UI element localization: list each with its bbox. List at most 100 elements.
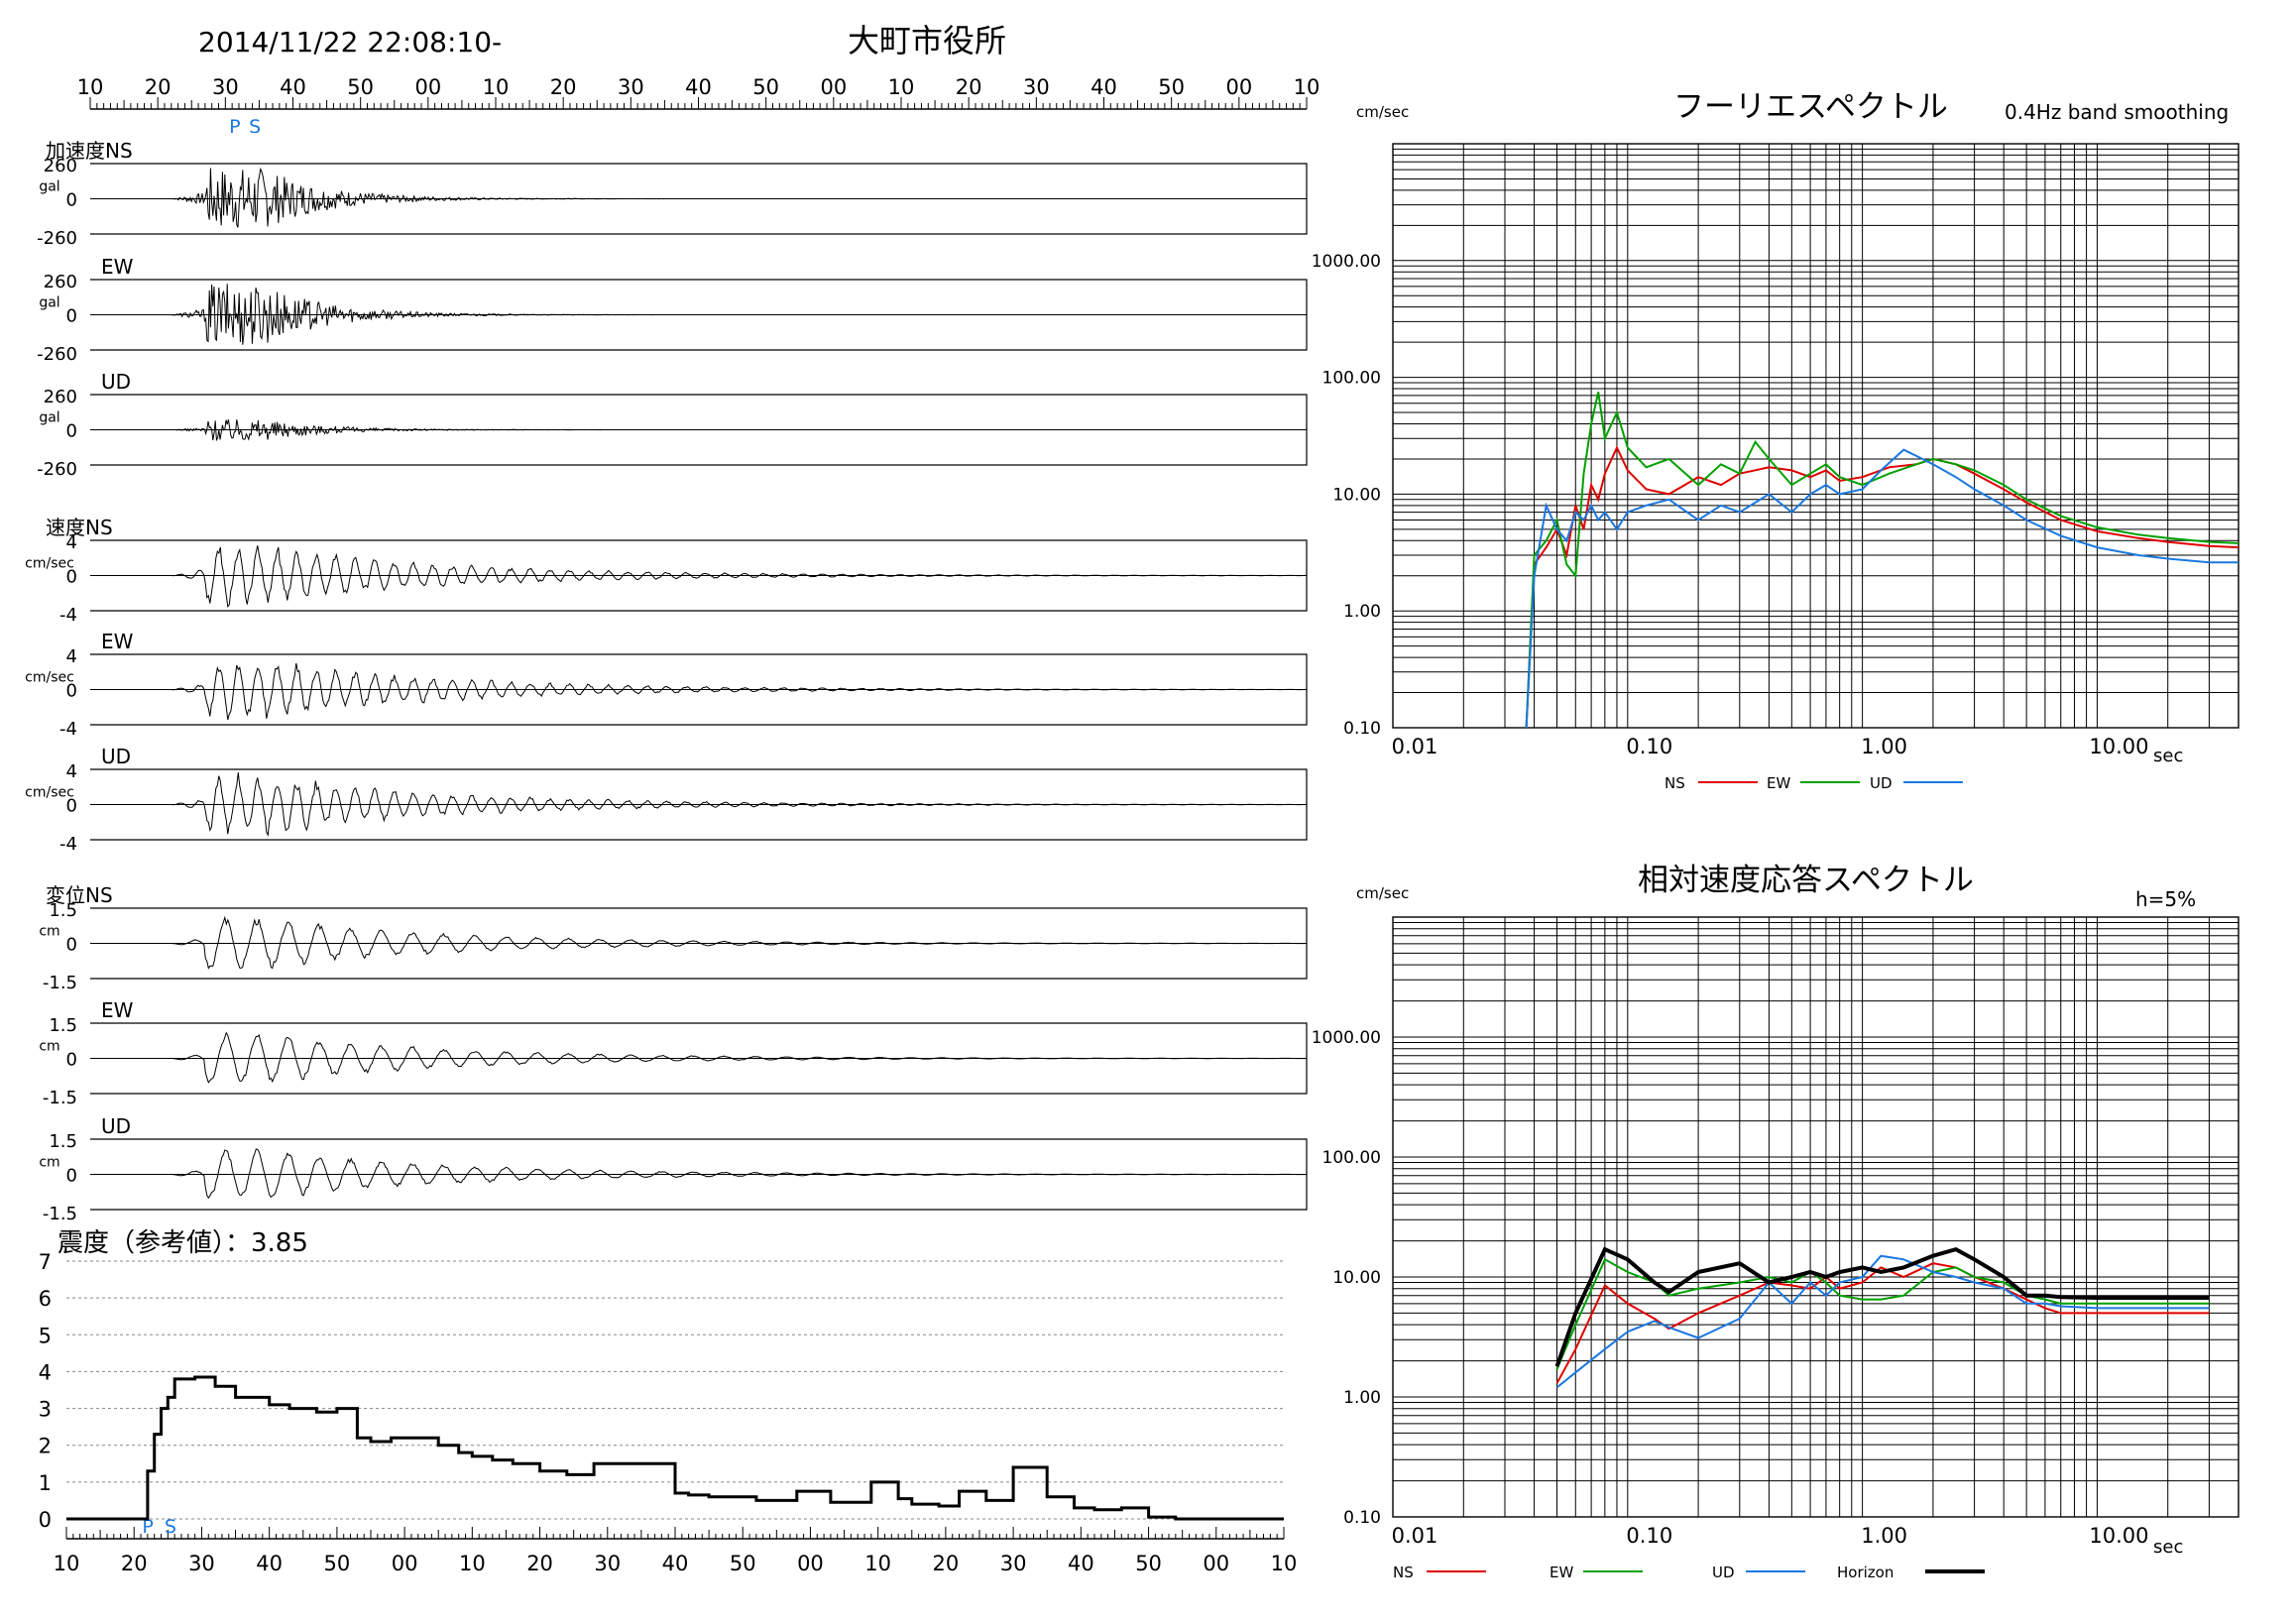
intensity-x-tick-label: 40: [662, 1552, 689, 1575]
waveform-zero-label: 0: [66, 190, 77, 211]
time-axis-top: 10 20 30 40 50 00 10 20 30 40 50 00 10 20 30 40 50 00 10 P S: [77, 75, 1320, 138]
waveform-channel-label: UD: [101, 370, 131, 394]
spectrum-y-tick-label: 10.00: [1332, 485, 1381, 505]
intensity-x-tick-label: 40: [1068, 1552, 1094, 1575]
fourier-ylabel: cm/sec: [1356, 103, 1409, 121]
p-wave-marker: P: [229, 116, 240, 138]
intensity-y-tick-label: 2: [39, 1435, 52, 1458]
response-ylabel: cm/sec: [1356, 884, 1409, 902]
record-datetime: 2014/11/22 22:08:10-: [198, 26, 502, 58]
waveform-trace: [90, 167, 1307, 228]
intensity-y-tick-label: 6: [39, 1287, 52, 1311]
response-subtitle: h=5%: [2135, 887, 2196, 911]
waveform-channel-label: UD: [101, 1114, 131, 1138]
time-axis-tick-label: 20: [145, 75, 172, 99]
intensity-x-tick-label: 30: [188, 1552, 215, 1575]
intensity-x-tick-label: 40: [256, 1552, 283, 1575]
time-axis-tick-label: 30: [618, 75, 644, 99]
spectrum-y-tick-label: 1.00: [1343, 1388, 1381, 1408]
waveform-max-label: 260: [44, 387, 77, 407]
waveform-zero-label: 0: [66, 1050, 77, 1071]
spectrum-frame: [1392, 143, 2239, 729]
waveform-min-label: -260: [37, 344, 77, 365]
waveform-min-label: -4: [59, 605, 77, 626]
spectrum-series-line-ud: [1525, 448, 2239, 729]
waveform-max-label: 4: [66, 532, 77, 553]
waveform-min-label: -1.5: [43, 1204, 77, 1224]
legend-label-ew: EW: [1550, 1564, 1573, 1581]
intensity-x-tick-label: 50: [730, 1552, 756, 1575]
spectrum-x-tick-label: 10.00: [2089, 1524, 2148, 1548]
spectrum-series-line-ew: [1525, 392, 2239, 729]
legend-label-ns: NS: [1665, 774, 1685, 792]
waveform-max-label: 1.5: [49, 1015, 77, 1036]
waveform-max-label: 260: [44, 156, 77, 176]
time-axis-tick-label: 40: [280, 75, 306, 99]
intensity-x-tick-label: 00: [1203, 1552, 1229, 1575]
fourier-title: フーリエスペクトル: [1673, 89, 1948, 125]
spectrum-x-tick-label: 0.10: [1626, 735, 1672, 758]
waveform-panel: EW40-4cm/sec: [25, 630, 1308, 740]
time-axis-tick-label: 30: [212, 75, 239, 99]
velocity-response-spectrum-chart: 0.01 0.10 1.00 10.00 0.10 1.00 10.00 100.00 1000…: [1312, 916, 2239, 1581]
fourier-subtitle: 0.4Hz band smoothing: [2005, 100, 2229, 124]
intensity-y-tick-label: 5: [39, 1324, 52, 1347]
intensity-x-tick-label: 00: [797, 1552, 824, 1575]
intensity-x-tick-label: 50: [1135, 1552, 1162, 1575]
spectrum-y-tick-label: 100.00: [1322, 369, 1381, 389]
intensity-chart: 0 1 2 3 4 5 6 7 10 20 30 40 50 00 10 20 30 40 50 00 10 20 30 40…: [39, 1250, 1298, 1575]
waveform-zero-label: 0: [66, 306, 77, 327]
spectrum-x-tick-label: 1.00: [1861, 1524, 1907, 1548]
time-axis-tick-label: 40: [685, 75, 712, 99]
waveform-unit-label: cm: [39, 924, 59, 940]
fourier-spectrum-chart: 0.01 0.10 1.00 10.00 0.10 1.00 10.00 100.00 1000…: [1312, 143, 2239, 792]
waveform-panel: EW 260 0 -260 gal: [37, 255, 1308, 365]
intensity-x-tick-label: 10: [54, 1552, 80, 1575]
waveform-panels: 加速度NS2600-260galEW2600-260galUD2600-260g…: [25, 139, 1308, 1224]
spectrum-y-tick-label: 1.00: [1343, 602, 1381, 622]
intensity-x-tick-label: 20: [933, 1552, 960, 1575]
time-axis-tick-label: 50: [1158, 75, 1185, 99]
waveform-unit-label: cm/sec: [25, 785, 74, 801]
waveform-max-label: 4: [66, 761, 77, 782]
waveform-trace: [90, 284, 1307, 345]
waveform-max-label: 1.5: [49, 900, 77, 921]
intensity-x-tick-label: 10: [459, 1552, 486, 1575]
time-axis-tick-label: 10: [77, 75, 104, 99]
s-wave-marker: S: [249, 116, 261, 138]
spectrum-y-tick-label: 0.10: [1343, 1508, 1381, 1528]
legend-label-ud: UD: [1712, 1564, 1735, 1581]
waveform-channel-label: EW: [101, 998, 134, 1022]
spectrum-x-tick-label: 0.01: [1392, 735, 1438, 758]
waveform-zero-label: 0: [66, 935, 77, 956]
waveform-unit-label: cm: [39, 1155, 59, 1171]
spectrum-y-tick-label: 0.10: [1343, 719, 1381, 739]
response-xlabel: sec: [2153, 1537, 2183, 1558]
spectrum-series-line-ew: [1555, 1257, 2210, 1370]
spectrum-y-tick-label: 1000.00: [1312, 252, 1381, 272]
intensity-x-tick-label: 00: [392, 1552, 418, 1575]
time-axis-tick-label: 50: [347, 75, 374, 99]
waveform-channel-label: UD: [101, 745, 131, 768]
time-axis-tick-label: 20: [956, 75, 982, 99]
waveform-max-label: 4: [66, 646, 77, 667]
waveform-channel-label: EW: [101, 630, 134, 653]
waveform-panel: 速度NS40-4cm/sec: [25, 516, 1308, 626]
intensity-y-tick-label: 7: [39, 1250, 52, 1274]
waveform-panel: 変位NS1.50-1.5cm: [39, 883, 1308, 993]
spectrum-y-tick-label: 100.00: [1322, 1148, 1381, 1168]
waveform-min-label: -4: [59, 719, 77, 740]
spectrum-x-tick-label: 1.00: [1861, 735, 1907, 758]
waveform-min-label: -1.5: [43, 973, 77, 993]
time-axis-tick-label: 20: [550, 75, 577, 99]
time-axis-tick-label: 10: [1294, 75, 1320, 99]
legend-label-ud: UD: [1870, 774, 1893, 792]
time-axis-tick-label: 40: [1091, 75, 1117, 99]
intensity-series-line: [66, 1375, 1284, 1521]
time-axis-tick-label: 00: [414, 75, 441, 99]
waveform-unit-label: gal: [39, 410, 59, 426]
time-axis-tick-label: 00: [1225, 75, 1252, 99]
spectrum-frame: [1392, 916, 2239, 1518]
waveform-unit-label: gal: [39, 179, 59, 195]
intensity-x-tick-label: 10: [1271, 1552, 1298, 1575]
